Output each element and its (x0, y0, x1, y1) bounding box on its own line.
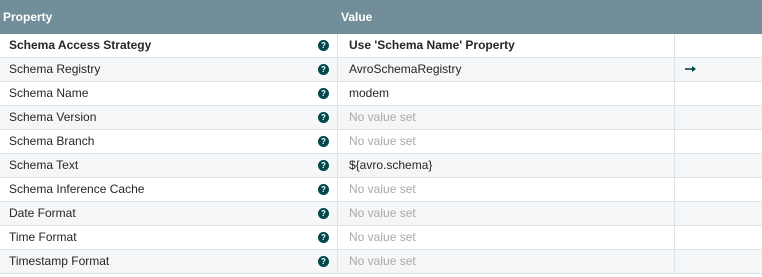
table-row[interactable]: Schema Inference Cache? No value set (0, 178, 762, 202)
table-row[interactable]: Timestamp Format? No value set (0, 250, 762, 274)
row-actions (676, 226, 762, 249)
help-circle-icon[interactable]: ? (318, 232, 329, 243)
properties-table: Property Value Schema Access Strategy? Us… (0, 0, 762, 277)
table-row[interactable]: Date Format? No value set (0, 202, 762, 226)
row-actions (676, 130, 762, 153)
row-actions (676, 178, 762, 201)
property-name: Schema Access Strategy (9, 38, 152, 52)
row-actions (676, 202, 762, 225)
property-value[interactable]: No value set (337, 130, 675, 153)
property-column-header[interactable]: Property (0, 0, 337, 34)
row-actions (676, 82, 762, 105)
table-row[interactable]: Schema Branch? No value set (0, 130, 762, 154)
value-column-header[interactable]: Value (337, 0, 762, 34)
property-name: Schema Version (9, 110, 97, 124)
property-value[interactable]: Use 'Schema Name' Property (337, 34, 675, 57)
row-actions (676, 106, 762, 129)
help-circle-icon[interactable]: ? (318, 184, 329, 195)
row-actions (676, 154, 762, 177)
table-row[interactable]: Schema Access Strategy? Use 'Schema Name'… (0, 34, 762, 58)
property-value[interactable]: No value set (337, 202, 675, 225)
help-circle-icon[interactable]: ? (318, 64, 329, 75)
property-name: Schema Branch (9, 134, 95, 148)
row-actions (676, 250, 762, 273)
help-circle-icon[interactable]: ? (318, 208, 329, 219)
property-name: Schema Inference Cache (9, 182, 145, 196)
property-value[interactable]: ${avro.schema} (337, 154, 675, 177)
table-row[interactable]: Schema Text? ${avro.schema} (0, 154, 762, 178)
property-name: Timestamp Format (9, 254, 110, 268)
help-circle-icon[interactable]: ? (318, 256, 329, 267)
help-circle-icon[interactable]: ? (318, 136, 329, 147)
row-actions (676, 34, 762, 57)
property-name: Date Format (9, 206, 76, 220)
arrow-right-icon[interactable] (684, 63, 698, 75)
property-name: Schema Registry (9, 62, 101, 76)
table-row[interactable]: Schema Name? modem (0, 82, 762, 106)
property-value[interactable]: AvroSchemaRegistry (337, 58, 675, 81)
property-value[interactable]: No value set (337, 178, 675, 201)
property-value[interactable]: No value set (337, 106, 675, 129)
property-name: Schema Name (9, 86, 89, 100)
table-header: Property Value (0, 0, 762, 34)
property-value[interactable]: No value set (337, 226, 675, 249)
help-circle-icon[interactable]: ? (318, 112, 329, 123)
help-circle-icon[interactable]: ? (318, 40, 329, 51)
help-circle-icon[interactable]: ? (318, 88, 329, 99)
help-circle-icon[interactable]: ? (318, 160, 329, 171)
property-name: Time Format (9, 230, 77, 244)
table-body: Schema Access Strategy? Use 'Schema Name'… (0, 34, 762, 274)
table-row[interactable]: Schema Version? No value set (0, 106, 762, 130)
row-actions (676, 58, 762, 81)
table-row[interactable]: Schema Registry? AvroSchemaRegistry (0, 58, 762, 82)
property-value[interactable]: No value set (337, 250, 675, 273)
property-name: Schema Text (9, 158, 79, 172)
table-row[interactable]: Time Format? No value set (0, 226, 762, 250)
property-value[interactable]: modem (337, 82, 675, 105)
